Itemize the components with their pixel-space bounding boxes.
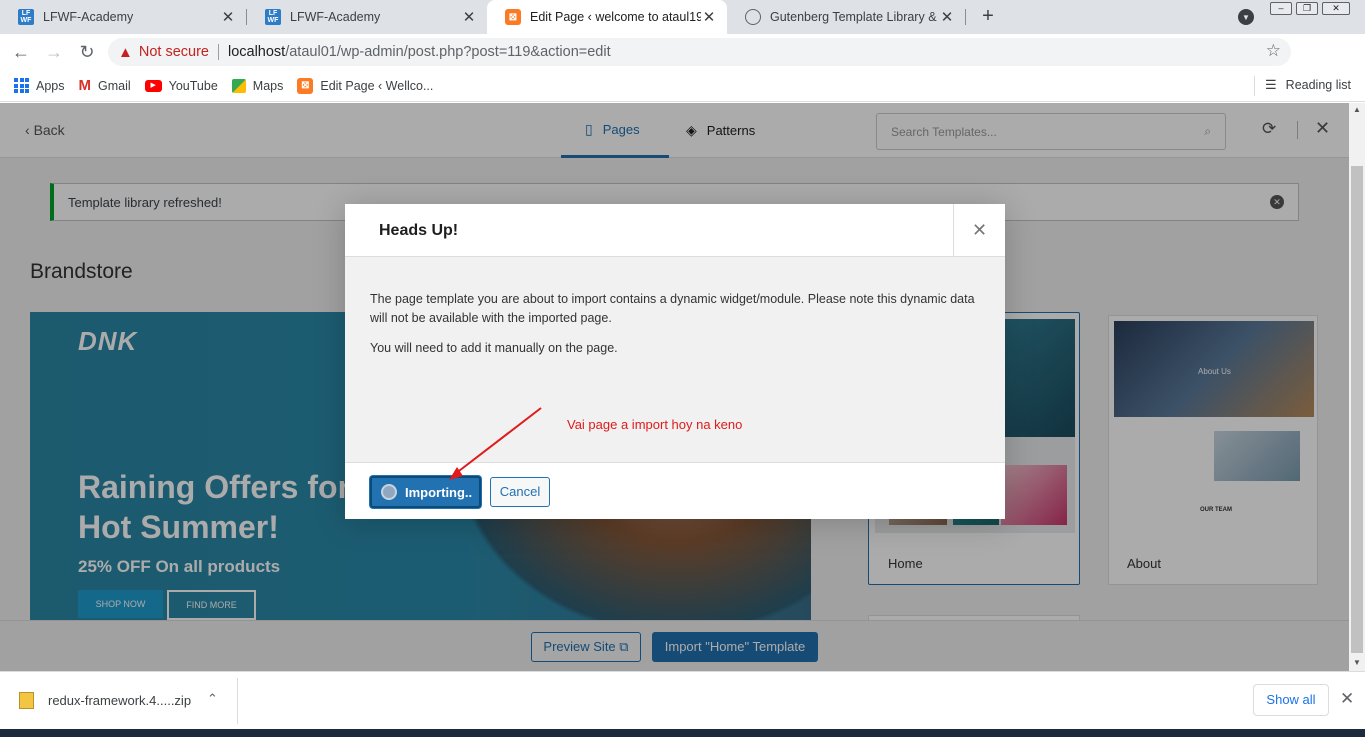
- bookmark-label: Gmail: [98, 78, 131, 93]
- cancel-button[interactable]: Cancel: [490, 477, 550, 507]
- bookmark-maps[interactable]: Maps: [231, 78, 284, 93]
- tab-title: Edit Page ‹ welcome to ataul1993: [530, 10, 701, 24]
- browser-tab[interactable]: LF WF LFWF-Academy ✕: [0, 0, 246, 34]
- close-dialog-icon[interactable]: ✕: [953, 204, 1005, 257]
- download-shelf: redux-framework.4.....zip ⌃ Show all ✕: [0, 671, 1365, 729]
- close-window-button[interactable]: ✕: [1322, 2, 1350, 15]
- security-status[interactable]: Not secure: [139, 44, 209, 60]
- apps-grid-icon: [14, 78, 29, 93]
- os-taskbar: [0, 729, 1365, 737]
- globe-icon: [745, 9, 761, 25]
- xampp-icon: ⊠: [505, 9, 521, 25]
- warning-triangle-icon[interactable]: ▲: [118, 44, 133, 61]
- annotation-text: Vai page a import hoy na keno: [567, 417, 743, 432]
- reading-list-icon: ☰: [1265, 77, 1277, 92]
- close-shelf-icon[interactable]: ✕: [1340, 689, 1354, 709]
- dialog-footer: Importing.. Cancel: [345, 462, 1005, 519]
- shelf-divider: [237, 678, 238, 724]
- browser-tab[interactable]: LF WF LFWF-Academy ✕: [247, 0, 487, 34]
- close-tab-icon[interactable]: ✕: [461, 8, 477, 26]
- bookmark-label: Maps: [252, 78, 284, 93]
- reading-list-button[interactable]: ☰ Reading list: [1265, 77, 1351, 93]
- close-tab-icon[interactable]: ✕: [701, 8, 717, 26]
- address-bar[interactable]: ▲ Not secure localhost/ataul01/wp-admin/…: [108, 38, 1291, 66]
- bookmarks-bar: Apps M Gmail ▶ YouTube Maps ⊠ Edit Page …: [0, 70, 1365, 102]
- reading-list-label: Reading list: [1285, 78, 1351, 92]
- bookmark-label: Apps: [36, 78, 65, 93]
- bookmarks-divider: [1254, 76, 1255, 96]
- dialog-message: You will need to add it manually on the …: [370, 341, 618, 355]
- dialog-message: The page template you are about to impor…: [370, 292, 975, 325]
- dialog-body: The page template you are about to impor…: [345, 257, 1005, 462]
- lfwf-icon: LF WF: [18, 9, 34, 25]
- dialog-title: Heads Up!: [379, 222, 459, 239]
- button-label: Importing..: [405, 484, 473, 500]
- browser-tab-strip: LF WF LFWF-Academy ✕ LF WF LFWF-Academy ✕ …: [0, 0, 1365, 34]
- xampp-icon: ⊠: [297, 77, 314, 94]
- url-path: /ataul01/wp-admin/post.php?post=119&acti…: [285, 44, 611, 60]
- scroll-down-icon[interactable]: ▼: [1353, 658, 1361, 667]
- bookmark-youtube[interactable]: ▶ YouTube: [144, 78, 218, 93]
- heads-up-dialog: Heads Up! ✕ The page template you are ab…: [345, 204, 1005, 519]
- lfwf-icon: LF WF: [265, 9, 281, 25]
- url-host: localhost: [227, 44, 286, 60]
- tab-title: Gutenberg Template Library & Re: [770, 10, 939, 24]
- tab-title: LFWF-Academy: [290, 10, 381, 24]
- browser-toolbar: ← → ↻ ▲ Not secure localhost/ataul01/wp-…: [0, 34, 1365, 97]
- bookmark-label: YouTube: [168, 78, 218, 93]
- tab-title: LFWF-Academy: [43, 10, 134, 24]
- minimize-window-button[interactable]: –: [1270, 2, 1292, 15]
- bookmark-star-icon[interactable]: ☆: [1266, 41, 1281, 61]
- dialog-header: Heads Up! ✕: [345, 204, 1005, 257]
- tab-search-icon[interactable]: ▼: [1238, 9, 1254, 25]
- browser-tab[interactable]: Gutenberg Template Library & Re ✕: [727, 0, 965, 34]
- new-tab-button[interactable]: +: [976, 4, 1000, 28]
- show-all-button[interactable]: Show all: [1253, 684, 1329, 716]
- spinner-icon: [381, 484, 397, 500]
- gmail-icon: M: [78, 77, 92, 94]
- bookmark-gmail[interactable]: M Gmail: [79, 77, 131, 94]
- close-tab-icon[interactable]: ✕: [939, 8, 955, 26]
- maps-icon: [231, 78, 246, 93]
- bookmark-apps[interactable]: Apps: [14, 78, 65, 93]
- chevron-up-icon[interactable]: ⌃: [207, 691, 218, 707]
- back-arrow-icon[interactable]: ←: [9, 40, 33, 64]
- importing-button[interactable]: Importing..: [370, 476, 481, 508]
- download-filename[interactable]: redux-framework.4.....zip: [48, 693, 191, 708]
- zip-file-icon: [19, 692, 34, 709]
- scrollbar-thumb[interactable]: [1351, 166, 1363, 653]
- close-tab-icon[interactable]: ✕: [220, 8, 236, 26]
- scroll-up-icon[interactable]: ▲: [1353, 105, 1361, 114]
- tab-separator: [965, 9, 966, 25]
- browser-tab-active[interactable]: ⊠ Edit Page ‹ welcome to ataul1993 ✕: [487, 0, 727, 34]
- youtube-icon: ▶: [144, 79, 162, 92]
- forward-arrow-icon[interactable]: →: [42, 40, 66, 64]
- page-scrollbar[interactable]: ▲ ▼: [1349, 103, 1365, 671]
- template-library-page: ‹ Back ▯ Pages ◈ Patterns Search Templat…: [0, 103, 1349, 671]
- bookmark-edit-page[interactable]: ⊠ Edit Page ‹ Wellco...: [297, 77, 434, 94]
- restore-window-button[interactable]: ❐: [1296, 2, 1318, 15]
- bookmark-label: Edit Page ‹ Wellco...: [320, 78, 434, 93]
- address-divider: [217, 44, 219, 60]
- reload-icon[interactable]: ↻: [75, 40, 99, 64]
